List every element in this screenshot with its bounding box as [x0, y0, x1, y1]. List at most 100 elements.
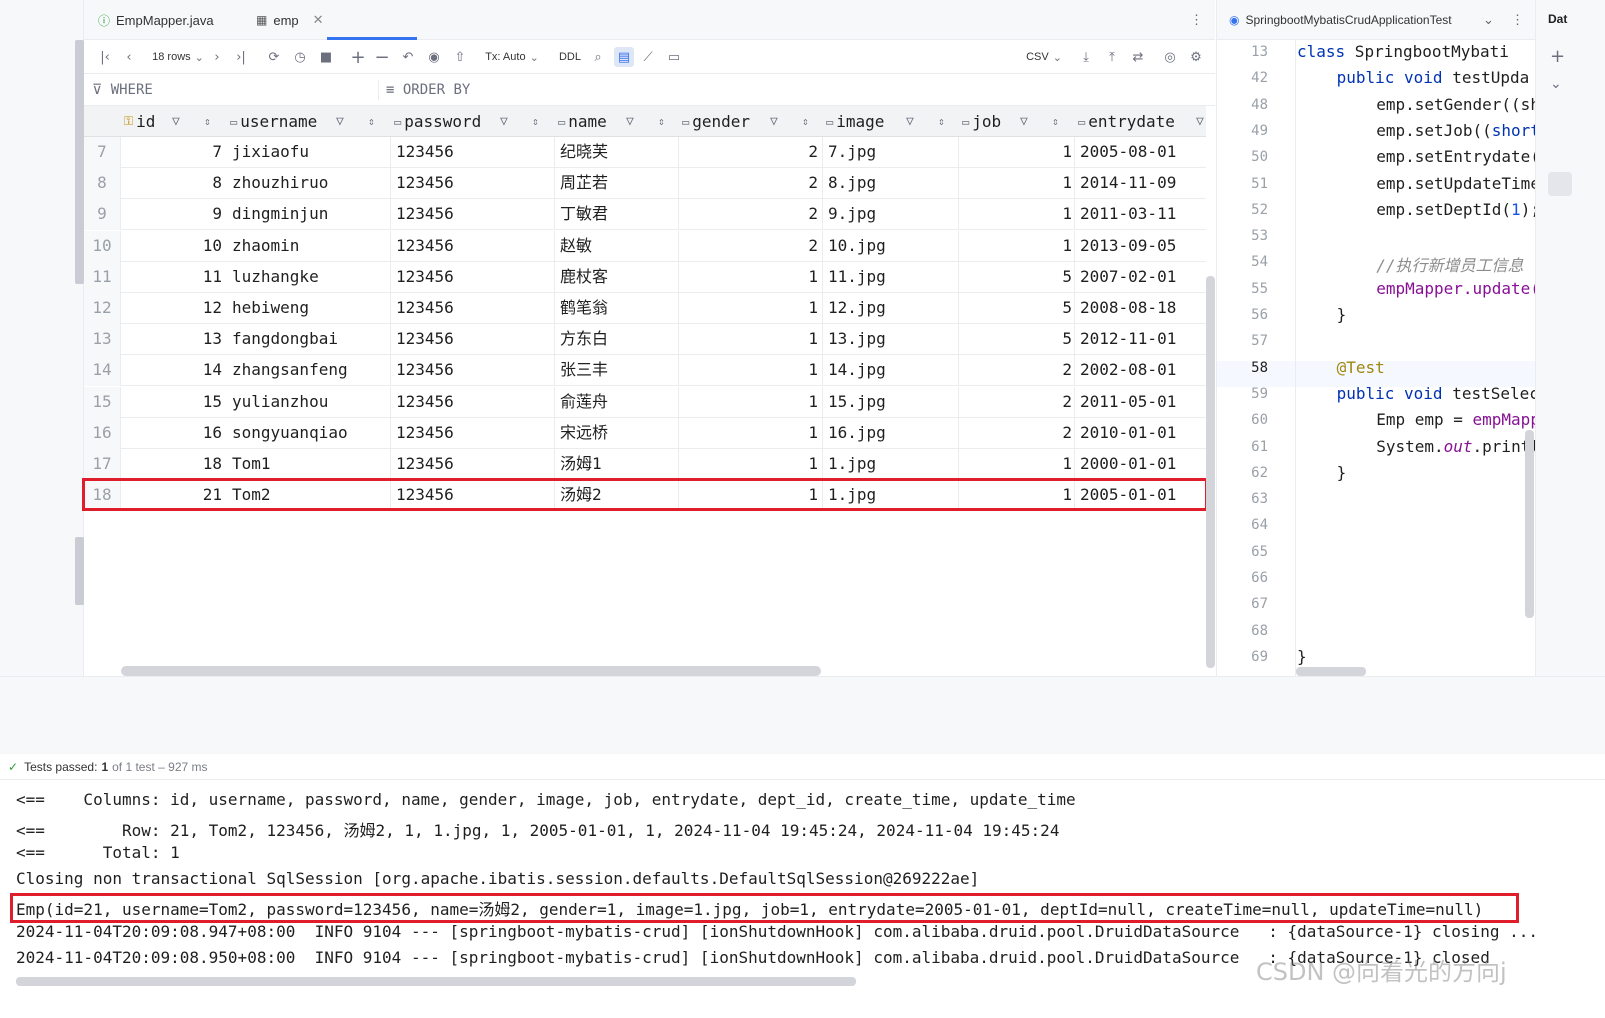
- cell-gender[interactable]: 1: [680, 355, 820, 386]
- table-row[interactable]: 7 7 jixiaofu 123456 纪晓芙 2 7.jpg 1 2005-08-01: [84, 137, 1206, 168]
- table-row[interactable]: 14 14 zhangsanfeng 123456 张三丰 1 14.jpg 2 2002-08…: [84, 355, 1206, 387]
- cell-password[interactable]: 123456: [396, 168, 556, 199]
- column-header-username[interactable]: ▭ username ▽ ⇕: [230, 106, 394, 137]
- cell-password[interactable]: 123456: [396, 418, 556, 449]
- cell-image[interactable]: 9.jpg: [828, 199, 962, 230]
- cell-id[interactable]: 13: [120, 324, 224, 355]
- filter-toggle-icon[interactable]: ▤: [614, 47, 634, 67]
- tab-empmapper[interactable]: ⓘ EmpMapper.java: [98, 0, 214, 40]
- cell-password[interactable]: 123456: [396, 449, 556, 480]
- cell-id[interactable]: 10: [120, 231, 224, 262]
- table-row[interactable]: 17 18 Tom1 123456 汤姆1 1 1.jpg 1 2000-01-01: [84, 449, 1206, 480]
- cell-id[interactable]: 8: [120, 168, 224, 199]
- cell-name[interactable]: 方东白: [560, 324, 682, 355]
- transaction-mode-selector[interactable]: Tx: Auto ⌄: [482, 47, 542, 67]
- database-view-icon[interactable]: ▭: [666, 47, 682, 67]
- cell-entrydate[interactable]: 2008-08-18: [1080, 293, 1210, 324]
- cell-job[interactable]: 5: [960, 324, 1074, 355]
- more-tabs-icon[interactable]: ⋮: [1190, 0, 1203, 40]
- cell-name[interactable]: 纪晓芙: [560, 137, 682, 168]
- where-filter[interactable]: ⊽ WHERE: [92, 82, 153, 98]
- cell-image[interactable]: 7.jpg: [828, 137, 962, 168]
- cell-entrydate[interactable]: 2002-08-01: [1080, 355, 1210, 386]
- add-icon[interactable]: +: [1550, 46, 1565, 67]
- filter-icon[interactable]: ▽: [1196, 114, 1204, 129]
- cell-username[interactable]: songyuanqiao: [232, 418, 392, 449]
- cell-job[interactable]: 5: [960, 293, 1074, 324]
- column-header-password[interactable]: ▭ password ▽ ⇕: [394, 106, 558, 137]
- cell-job[interactable]: 2: [960, 387, 1074, 418]
- cell-username[interactable]: zhangsanfeng: [232, 355, 392, 386]
- cell-username[interactable]: Tom1: [232, 449, 392, 480]
- sort-icon[interactable]: ⇕: [938, 115, 945, 128]
- cell-gender[interactable]: 2: [680, 168, 820, 199]
- code-vertical-scrollbar[interactable]: [1525, 430, 1534, 618]
- stop-icon[interactable]: ■: [318, 47, 334, 67]
- code-horizontal-scrollbar[interactable]: [1296, 667, 1366, 676]
- cell-name[interactable]: 宋远桥: [560, 418, 682, 449]
- grid-vertical-scrollbar[interactable]: [1206, 276, 1215, 668]
- cell-name[interactable]: 鹤笔翁: [560, 293, 682, 324]
- cell-image[interactable]: 16.jpg: [828, 418, 962, 449]
- filter-icon[interactable]: ▽: [336, 114, 344, 129]
- cell-username[interactable]: zhouzhiruo: [232, 168, 392, 199]
- cell-password[interactable]: 123456: [396, 231, 556, 262]
- table-row[interactable]: 12 12 hebiweng 123456 鹤笔翁 1 12.jpg 5 2008-08-18: [84, 293, 1206, 324]
- cell-image[interactable]: 14.jpg: [828, 355, 962, 386]
- column-header-job[interactable]: ▭ job ▽ ⇕: [962, 106, 1076, 137]
- cell-gender[interactable]: 2: [680, 137, 820, 168]
- history-icon[interactable]: ◷: [292, 47, 308, 67]
- cell-password[interactable]: 123456: [396, 387, 556, 418]
- refresh-icon[interactable]: ⟳: [266, 47, 282, 67]
- column-header-entrydate[interactable]: ▭ entrydate ▽: [1078, 106, 1206, 137]
- cell-gender[interactable]: 1: [680, 449, 820, 480]
- cell-id[interactable]: 15: [120, 387, 224, 418]
- cell-username[interactable]: zhaomin: [232, 231, 392, 262]
- cell-password[interactable]: 123456: [396, 324, 556, 355]
- cell-name[interactable]: 周芷若: [560, 168, 682, 199]
- cell-password[interactable]: 123456: [396, 262, 556, 293]
- more-tabs-icon[interactable]: ⋮: [1511, 0, 1524, 40]
- cell-gender[interactable]: 1: [680, 262, 820, 293]
- cell-name[interactable]: 俞莲舟: [560, 387, 682, 418]
- column-header-gender[interactable]: ▭ gender ▽ ⇕: [682, 106, 828, 137]
- table-row[interactable]: 15 15 yulianzhou 123456 俞莲舟 1 15.jpg 2 2011-05-0…: [84, 386, 1206, 418]
- cell-entrydate[interactable]: 2014-11-09: [1080, 168, 1210, 199]
- cell-entrydate[interactable]: 2012-11-01: [1080, 324, 1210, 355]
- cell-id[interactable]: 7: [120, 137, 224, 168]
- cell-username[interactable]: jixiaofu: [232, 137, 392, 168]
- cell-gender[interactable]: 1: [680, 418, 820, 449]
- cell-name[interactable]: 汤姆1: [560, 449, 682, 480]
- last-page-icon[interactable]: ›|: [234, 47, 248, 67]
- cell-id[interactable]: 18: [120, 449, 224, 480]
- cell-job[interactable]: 2: [960, 418, 1074, 449]
- cell-job[interactable]: 1: [960, 231, 1074, 262]
- grid-horizontal-scrollbar[interactable]: [121, 666, 821, 676]
- compare-icon[interactable]: ⇄: [1130, 47, 1146, 67]
- cell-image[interactable]: 8.jpg: [828, 168, 962, 199]
- close-icon[interactable]: ✕: [313, 12, 324, 28]
- cell-id[interactable]: 9: [120, 199, 224, 230]
- cell-image[interactable]: 12.jpg: [828, 293, 962, 324]
- cell-job[interactable]: 1: [960, 449, 1074, 480]
- code-editor[interactable]: 13 class SpringbootMybati 42 public void te…: [1216, 40, 1535, 676]
- cell-job[interactable]: 1: [960, 199, 1074, 230]
- order-by-filter[interactable]: ≡ ORDER BY: [386, 82, 470, 98]
- cell-entrydate[interactable]: 2007-02-01: [1080, 262, 1210, 293]
- cell-username[interactable]: dingminjun: [232, 199, 392, 230]
- sort-icon[interactable]: ⇕: [204, 115, 211, 128]
- cell-gender[interactable]: 1: [680, 324, 820, 355]
- cell-image[interactable]: 15.jpg: [828, 387, 962, 418]
- filter-icon[interactable]: ▽: [626, 114, 634, 129]
- chart-icon[interactable]: ⟋: [640, 47, 656, 67]
- cell-entrydate[interactable]: 2000-01-01: [1080, 449, 1210, 480]
- cell-gender[interactable]: 1: [680, 293, 820, 324]
- table-row[interactable]: 9 9 dingminjun 123456 丁敏君 2 9.jpg 1 2011-03-11: [84, 199, 1206, 231]
- column-header-name[interactable]: ▭ name ▽ ⇕: [558, 106, 682, 137]
- column-header-image[interactable]: ▭ image ▽ ⇕: [826, 106, 962, 137]
- next-page-icon[interactable]: ›: [210, 47, 224, 67]
- cell-username[interactable]: hebiweng: [232, 293, 392, 324]
- cell-gender[interactable]: 2: [680, 199, 820, 230]
- chevron-down-icon[interactable]: ⌄: [1483, 0, 1494, 40]
- filter-icon[interactable]: ▽: [172, 114, 180, 129]
